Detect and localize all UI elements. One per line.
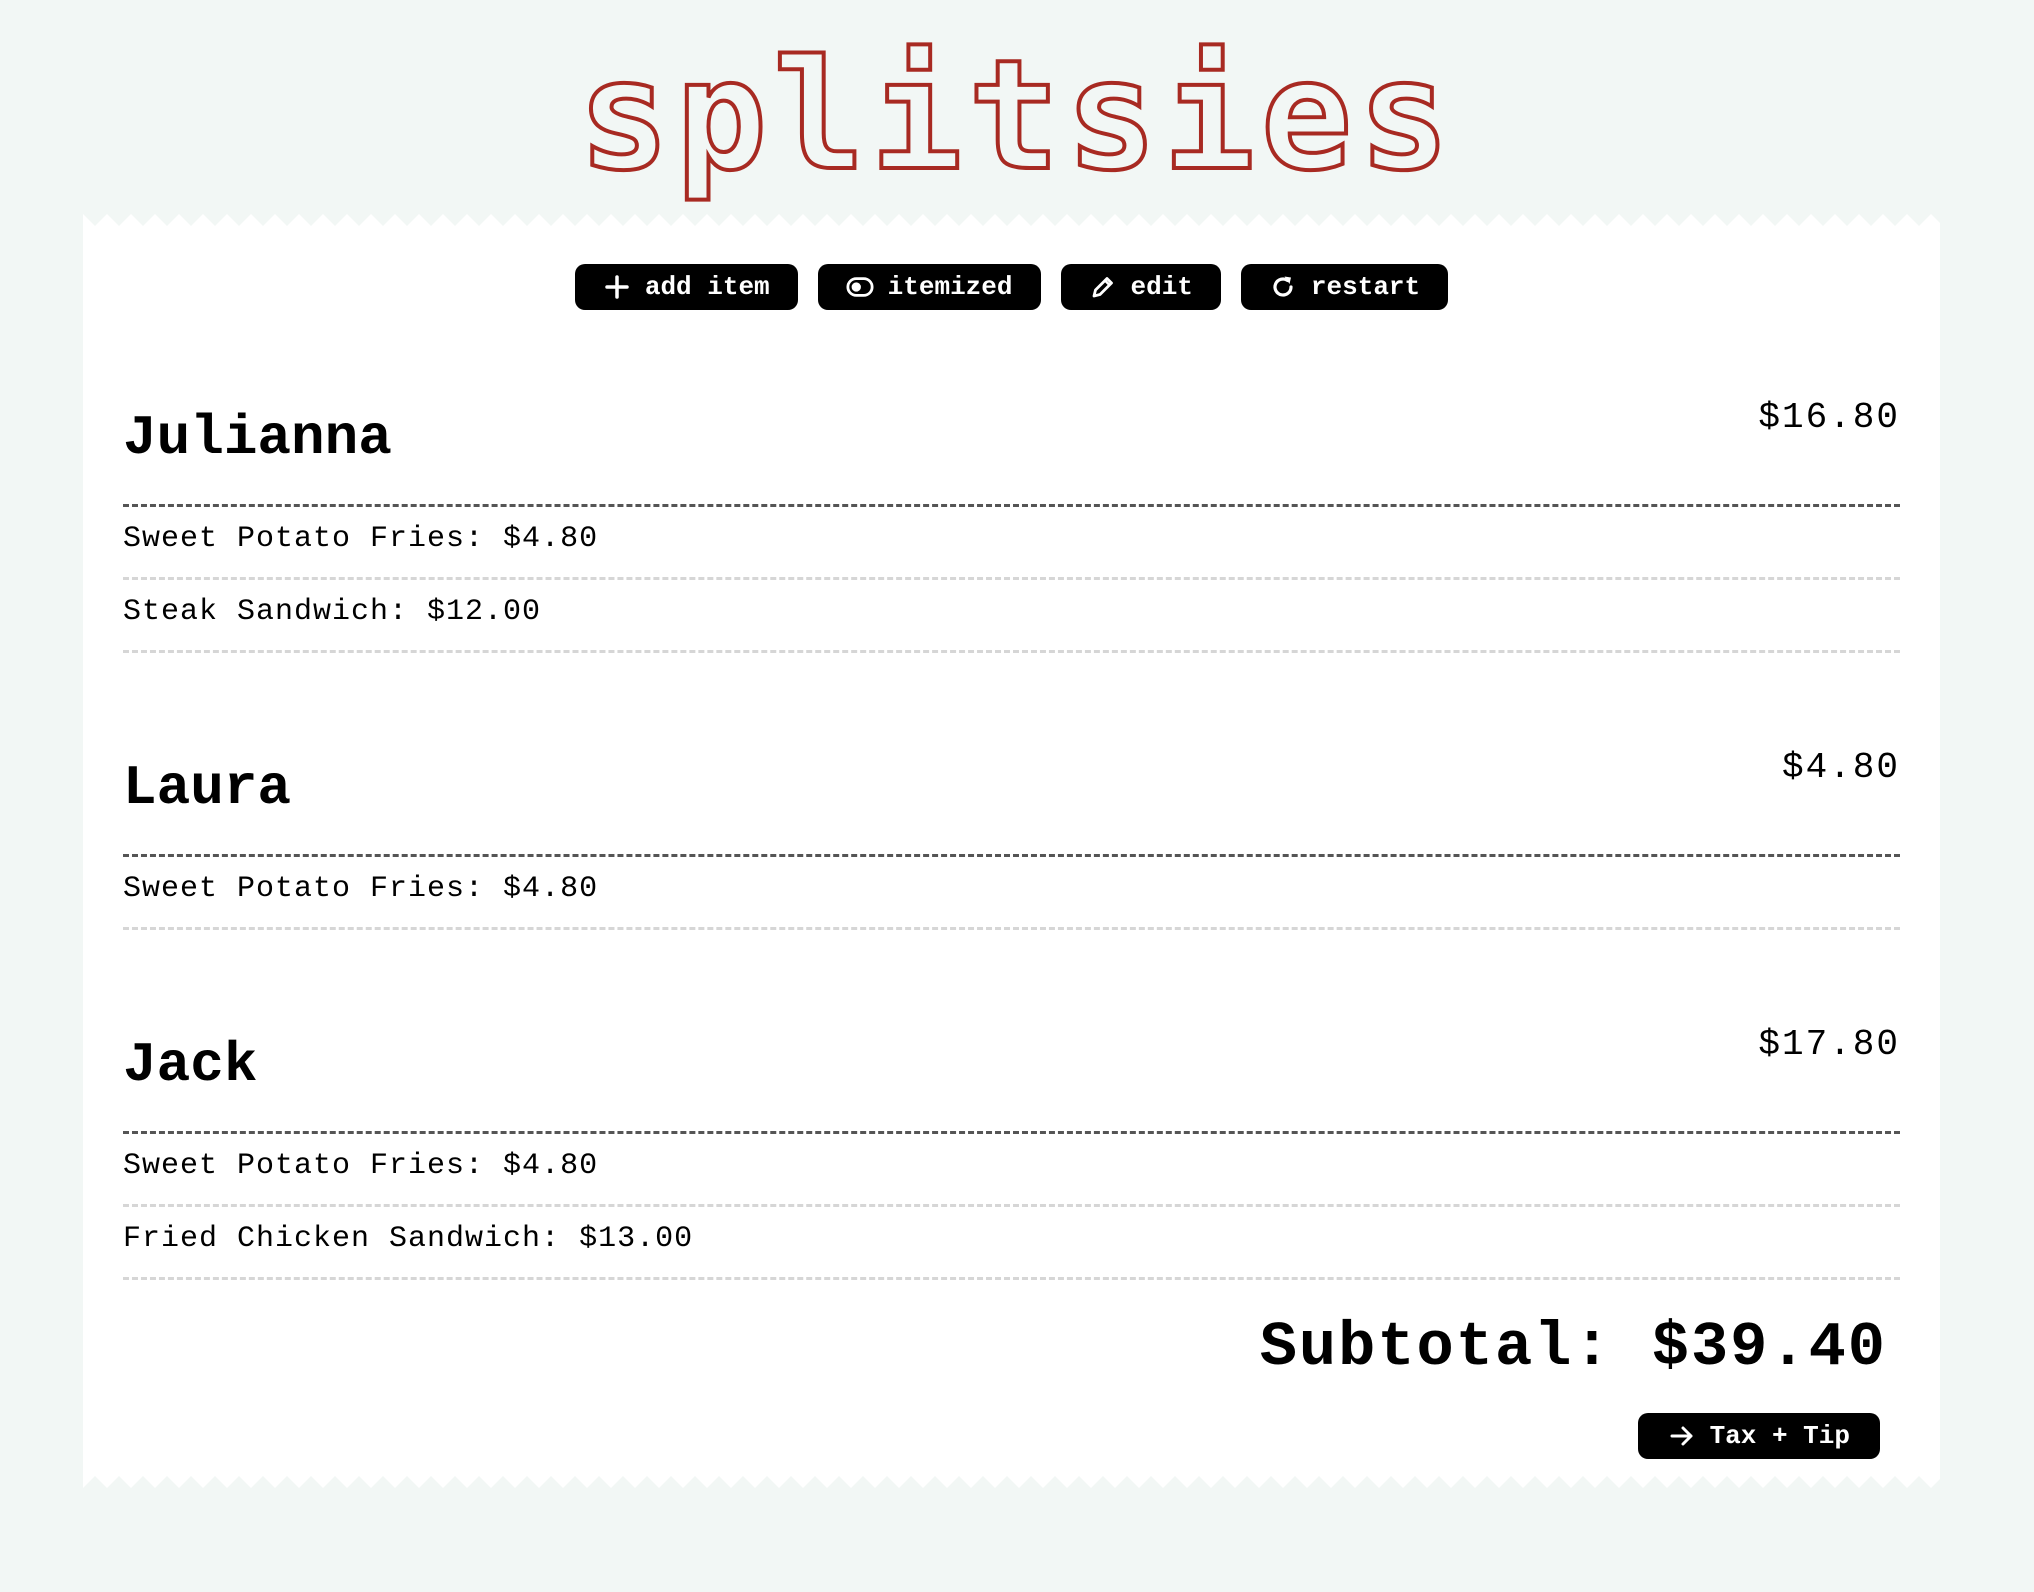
person-total: $17.80 xyxy=(1758,1024,1900,1065)
toolbar: add item itemized edit restart xyxy=(83,264,1940,310)
subtotal: Subtotal: $39.40 xyxy=(1259,1312,1887,1383)
person-name: Julianna xyxy=(123,406,392,470)
restart-label: restart xyxy=(1310,272,1421,302)
rotate-icon xyxy=(1269,273,1297,301)
person-total: $4.80 xyxy=(1781,747,1900,788)
add-item-label: add item xyxy=(644,272,770,302)
receipt-card: add item itemized edit restart Julianna … xyxy=(83,214,1940,1488)
toggle-icon xyxy=(846,273,874,301)
arrow-right-icon xyxy=(1668,1422,1696,1450)
edit-button[interactable]: edit xyxy=(1060,264,1221,310)
itemized-label: itemized xyxy=(887,272,1013,302)
add-item-button[interactable]: add item xyxy=(574,264,798,310)
tax-tip-button[interactable]: Tax + Tip xyxy=(1637,1413,1880,1459)
list-item[interactable]: Sweet Potato Fries: $4.80 xyxy=(123,857,1900,930)
list-item[interactable]: Sweet Potato Fries: $4.80 xyxy=(123,1134,1900,1207)
restart-button[interactable]: restart xyxy=(1240,264,1449,310)
person-name: Laura xyxy=(123,756,292,820)
person-name: Jack xyxy=(123,1033,258,1097)
list-item[interactable]: Fried Chicken Sandwich: $13.00 xyxy=(123,1207,1900,1280)
edit-label: edit xyxy=(1130,272,1193,302)
pencil-icon xyxy=(1089,273,1117,301)
list-item[interactable]: Steak Sandwich: $12.00 xyxy=(123,580,1900,653)
app-logo: splitsies xyxy=(576,27,1456,204)
receipt-bottom-edge xyxy=(83,1470,1940,1488)
list-item[interactable]: Sweet Potato Fries: $4.80 xyxy=(123,507,1900,580)
person-total: $16.80 xyxy=(1758,397,1900,438)
tax-tip-label: Tax + Tip xyxy=(1709,1421,1850,1451)
itemized-toggle-button[interactable]: itemized xyxy=(817,264,1041,310)
plus-icon xyxy=(603,273,631,301)
receipt-top-edge xyxy=(83,214,1940,232)
